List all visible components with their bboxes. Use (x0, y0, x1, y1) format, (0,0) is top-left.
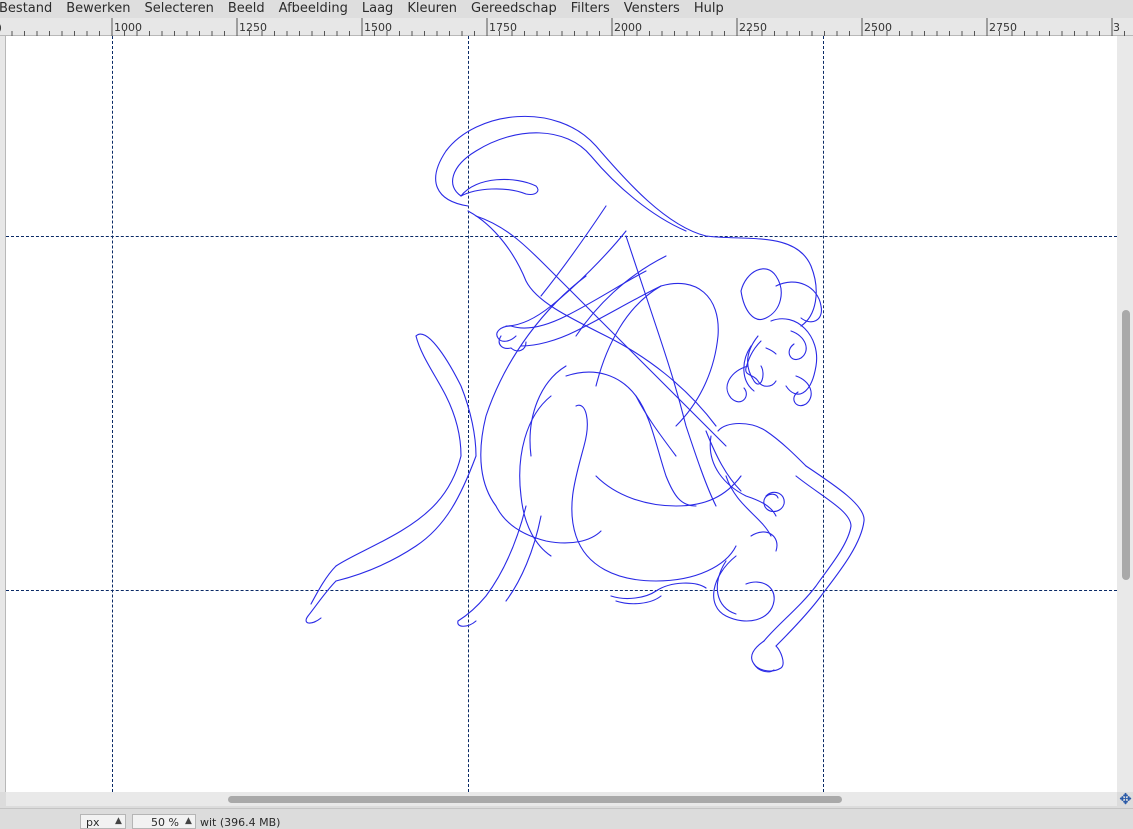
menu-bewerken[interactable]: Bewerken (59, 0, 137, 18)
zoom-selector[interactable]: 50 % ▲ (132, 814, 196, 829)
vertical-scrollbar-thumb[interactable] (1122, 310, 1130, 580)
menu-beeld[interactable]: Beeld (221, 0, 272, 18)
image-info: wit (396.4 MB) (200, 816, 281, 829)
zoom-value: 50 % (151, 816, 179, 829)
chevron-up-icon: ▲ (185, 816, 192, 826)
unit-selector[interactable]: px ▲ (80, 814, 126, 829)
image-canvas[interactable] (6, 36, 1117, 792)
ruler-label-1000: 1000 (114, 21, 142, 34)
navigate-icon[interactable]: ✥ (1118, 792, 1133, 807)
unit-value: px (86, 816, 100, 829)
ruler-label-3000: 3 (1113, 21, 1120, 34)
menu-selecteren[interactable]: Selecteren (137, 0, 220, 18)
menu-gereedschap[interactable]: Gereedschap (464, 0, 564, 18)
horizontal-ruler[interactable]: ) 1000 1250 1500 1750 2000 2250 2500 275… (0, 18, 1133, 36)
menu-bestand[interactable]: Bestand (0, 0, 59, 18)
ruler-label-2250: 2250 (739, 21, 767, 34)
ruler-label-1750: 1750 (489, 21, 517, 34)
chevron-up-icon: ▲ (115, 816, 122, 826)
statusbar: px ▲ 50 % ▲ wit (396.4 MB) (0, 808, 1133, 829)
ruler-label-2750: 2750 (989, 21, 1017, 34)
menu-kleuren[interactable]: Kleuren (400, 0, 464, 18)
menu-laag[interactable]: Laag (355, 0, 400, 18)
ruler-label-2500: 2500 (864, 21, 892, 34)
svg-text:): ) (0, 23, 2, 34)
line-art-drawing (305, 115, 865, 673)
ruler-label-2000: 2000 (614, 21, 642, 34)
menu-filters[interactable]: Filters (564, 0, 617, 18)
menu-afbeelding[interactable]: Afbeelding (272, 0, 355, 18)
menu-hulp[interactable]: Hulp (687, 0, 731, 18)
ruler-label-1500: 1500 (364, 21, 392, 34)
ruler-label-1250: 1250 (239, 21, 267, 34)
horizontal-scrollbar-thumb[interactable] (228, 796, 842, 803)
menu-vensters[interactable]: Vensters (617, 0, 687, 18)
menubar: Bestand Bewerken Selecteren Beeld Afbeel… (0, 0, 1133, 18)
